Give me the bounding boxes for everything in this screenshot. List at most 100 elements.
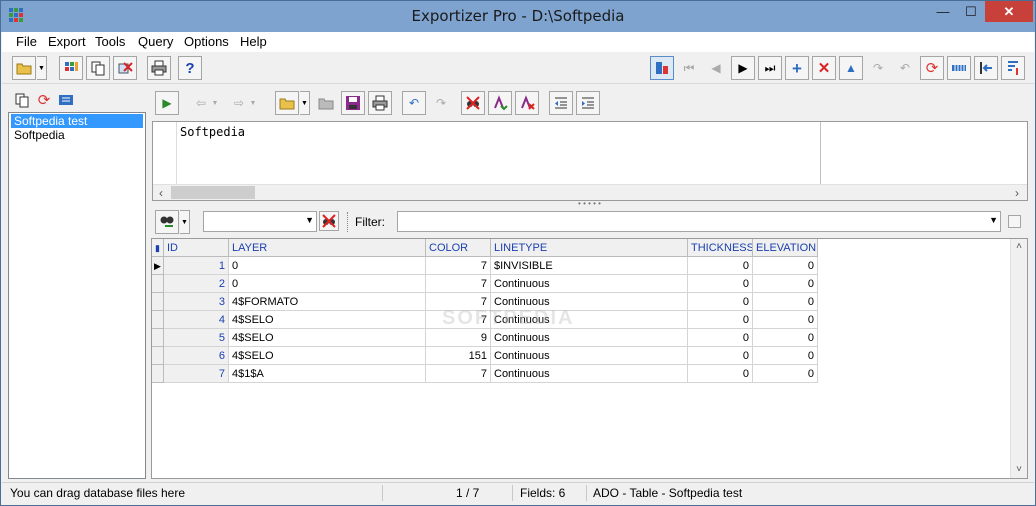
post-edit-icon[interactable]: ↷ — [866, 56, 890, 80]
sql-icon[interactable] — [650, 56, 674, 80]
grid-view-icon[interactable] — [947, 56, 971, 80]
copy-table-icon[interactable] — [10, 88, 34, 112]
data-grid[interactable]: ▮ ID LAYER COLOR LINETYPE THICKNESS ELEV… — [151, 238, 1028, 479]
cell-elevation[interactable]: 0 — [753, 311, 818, 329]
last-record-icon[interactable]: ⏭ — [758, 56, 782, 80]
delete-icon[interactable] — [113, 56, 137, 80]
open-folder-gray-icon[interactable] — [314, 91, 338, 115]
table-list-icon[interactable] — [54, 88, 78, 112]
menu-export[interactable]: Export — [48, 34, 86, 49]
cell-id[interactable]: 3 — [164, 293, 229, 311]
cell-elevation[interactable]: 0 — [753, 365, 818, 383]
column-header-linetype[interactable]: LINETYPE — [491, 239, 688, 257]
column-header-layer[interactable]: LAYER — [229, 239, 426, 257]
sql-text[interactable]: Softpedia — [180, 125, 245, 139]
row-indicator[interactable]: ▶ — [152, 257, 164, 275]
cell-layer[interactable]: 4$SELO — [229, 347, 426, 365]
print-icon[interactable] — [147, 56, 171, 80]
undo-icon[interactable]: ↶ — [402, 91, 426, 115]
table-row[interactable]: 5 4$SELO 9 Continuous 0 0 — [152, 329, 818, 347]
cell-color[interactable]: 151 — [426, 347, 491, 365]
grid-export-icon[interactable] — [59, 56, 83, 80]
cell-elevation[interactable]: 0 — [753, 293, 818, 311]
cell-id[interactable]: 2 — [164, 275, 229, 293]
cell-id[interactable]: 4 — [164, 311, 229, 329]
cell-id[interactable]: 7 — [164, 365, 229, 383]
delete-record-icon[interactable]: ✕ — [812, 56, 836, 80]
back-dropdown-icon[interactable]: ▼ — [209, 91, 221, 115]
grid-vertical-scrollbar[interactable]: ˄ ˅ — [1010, 239, 1027, 478]
cell-thickness[interactable]: 0 — [688, 329, 753, 347]
row-indicator[interactable] — [152, 275, 164, 293]
cell-elevation[interactable]: 0 — [753, 347, 818, 365]
cell-layer[interactable]: 0 — [229, 275, 426, 293]
clear-filter-icon[interactable] — [319, 211, 339, 231]
cell-thickness[interactable]: 0 — [688, 257, 753, 275]
sort-icon[interactable] — [1001, 56, 1025, 80]
cell-linetype[interactable]: Continuous — [491, 347, 688, 365]
swap-case-icon[interactable] — [488, 91, 512, 115]
column-header-elevation[interactable]: ELEVATION — [753, 239, 818, 257]
cell-color[interactable]: 7 — [426, 257, 491, 275]
sql-horizontal-scrollbar[interactable]: ‹ › — [153, 184, 1027, 200]
title-bar[interactable]: Exportizer Pro - D:\Softpedia — ☐ ✕ — [1, 1, 1035, 32]
menu-tools[interactable]: Tools — [95, 34, 125, 49]
cell-elevation[interactable]: 0 — [753, 275, 818, 293]
table-row[interactable]: 6 4$SELO 151 Continuous 0 0 — [152, 347, 818, 365]
first-record-icon[interactable]: ⏮ — [677, 56, 701, 80]
cell-layer[interactable]: 4$SELO — [229, 311, 426, 329]
filter-input[interactable]: ▼ — [397, 211, 1001, 232]
menu-file[interactable]: File — [16, 34, 37, 49]
sql-editor[interactable]: Softpedia ‹ › — [152, 121, 1028, 201]
cell-thickness[interactable]: 0 — [688, 311, 753, 329]
table-row[interactable]: 2 0 7 Continuous 0 0 — [152, 275, 818, 293]
edit-record-icon[interactable]: ▲ — [839, 56, 863, 80]
row-indicator[interactable] — [152, 365, 164, 383]
print-sql-icon[interactable] — [368, 91, 392, 115]
indent-icon[interactable] — [576, 91, 600, 115]
open-sql-dropdown-icon[interactable]: ▼ — [300, 91, 310, 115]
refresh-tables-icon[interactable]: ⟳ — [32, 88, 56, 112]
refresh-icon[interactable]: ⟳ — [920, 56, 944, 80]
column-header-color[interactable]: COLOR — [426, 239, 491, 257]
redo-icon[interactable]: ↷ — [429, 91, 453, 115]
menu-query[interactable]: Query — [138, 34, 173, 49]
minimize-button[interactable]: — — [929, 1, 957, 22]
cell-linetype[interactable]: $INVISIBLE — [491, 257, 688, 275]
save-icon[interactable] — [341, 91, 365, 115]
cell-linetype[interactable]: Continuous — [491, 329, 688, 347]
remove-format-icon[interactable] — [515, 91, 539, 115]
clear-query-icon[interactable] — [461, 91, 485, 115]
cell-layer[interactable]: 0 — [229, 257, 426, 275]
cell-layer[interactable]: 4$FORMATO — [229, 293, 426, 311]
cell-layer[interactable]: 4$SELO — [229, 329, 426, 347]
cell-id[interactable]: 6 — [164, 347, 229, 365]
table-row[interactable]: 7 4$1$A 7 Continuous 0 0 — [152, 365, 818, 383]
insert-record-icon[interactable]: + — [785, 56, 809, 80]
cell-id[interactable]: 1 — [164, 257, 229, 275]
cell-thickness[interactable]: 0 — [688, 347, 753, 365]
help-icon[interactable]: ? — [178, 56, 202, 80]
find-icon[interactable] — [155, 210, 179, 234]
field-select[interactable]: ▼ — [203, 211, 317, 232]
cell-color[interactable]: 7 — [426, 275, 491, 293]
chevron-down-icon[interactable]: ▼ — [305, 215, 314, 225]
cell-id[interactable]: 5 — [164, 329, 229, 347]
cell-thickness[interactable]: 0 — [688, 275, 753, 293]
row-indicator[interactable] — [152, 329, 164, 347]
maximize-button[interactable]: ☐ — [957, 1, 985, 22]
row-indicator[interactable] — [152, 293, 164, 311]
scroll-up-icon[interactable]: ˄ — [1011, 239, 1027, 255]
forward-dropdown-icon[interactable]: ▼ — [247, 91, 259, 115]
table-item-softpedia-test[interactable]: Softpedia test — [11, 114, 143, 128]
execute-query-icon[interactable]: ▶ — [155, 91, 179, 115]
row-indicator[interactable] — [152, 347, 164, 365]
cell-elevation[interactable]: 0 — [753, 257, 818, 275]
scroll-left-icon[interactable]: ‹ — [153, 185, 169, 201]
cell-thickness[interactable]: 0 — [688, 293, 753, 311]
cell-linetype[interactable]: Continuous — [491, 275, 688, 293]
prior-record-icon[interactable]: ◀ — [704, 56, 728, 80]
cell-linetype[interactable]: Continuous — [491, 365, 688, 383]
menu-help[interactable]: Help — [240, 34, 267, 49]
row-indicator[interactable] — [152, 311, 164, 329]
